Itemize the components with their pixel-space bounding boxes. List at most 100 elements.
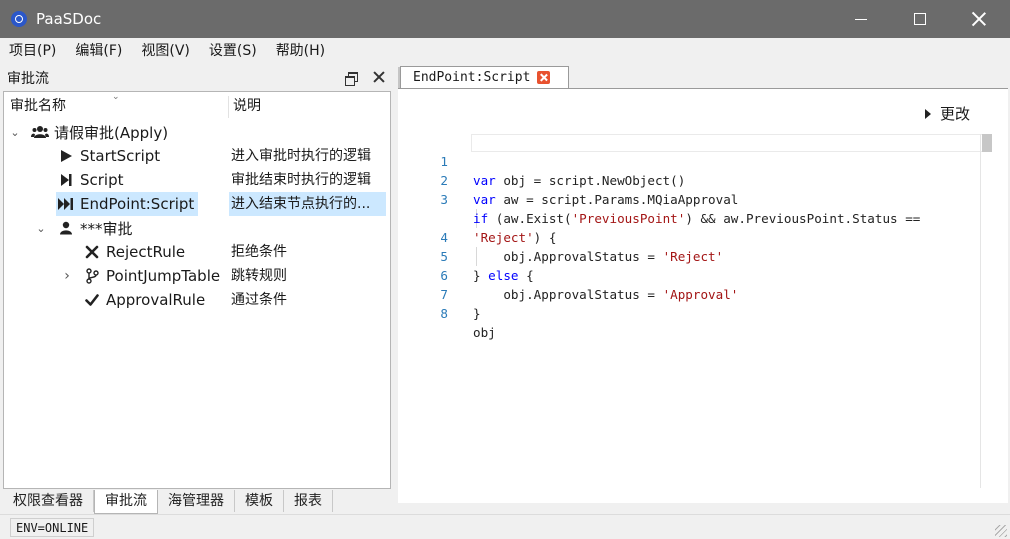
tree-node[interactable]: PointJumpTable [82, 264, 224, 288]
menu-edit[interactable]: 编辑(F) [66, 38, 132, 64]
panel-title: 审批流 [7, 71, 49, 87]
code-editor[interactable]: 更改 1 var obj = script.NewObject() 2 var … [398, 88, 1008, 503]
environment-status: ENV=ONLINE [10, 518, 95, 537]
code-text: } [473, 306, 481, 321]
code-text: var aw = script.Params.MQiaApproval [473, 192, 739, 207]
node-label: Script [80, 171, 124, 189]
chevron-right-icon[interactable]: › [60, 264, 74, 288]
bottom-tab-bar: 权限查看器 审批流 海管理器 模板 报表 [3, 490, 391, 514]
maximize-button[interactable] [897, 0, 943, 38]
user-icon [56, 216, 76, 240]
play-icon [56, 144, 76, 168]
node-label: StartScript [80, 147, 161, 165]
tree-node[interactable]: ApprovalRule [82, 288, 209, 312]
fast-forward-end-icon [56, 192, 76, 216]
window-title: PaaSDoc [36, 10, 102, 28]
close-panel-icon[interactable] [373, 71, 385, 83]
sort-chevron-icon: ⌄ [112, 92, 120, 102]
tree-node[interactable]: EndPoint:Script [56, 192, 199, 216]
code-line: 3 if (aw.Exist('PreviousPoint') && aw.Pr… [398, 171, 920, 226]
menu-help[interactable]: 帮助(H) [267, 38, 335, 64]
app-logo-icon [11, 11, 27, 27]
resize-grip-icon[interactable] [995, 525, 1007, 537]
tab-report[interactable]: 报表 [284, 490, 333, 512]
step-end-icon [56, 168, 76, 192]
chevron-down-icon[interactable]: ⌄ [34, 216, 48, 240]
chevron-down-icon[interactable]: ⌄ [8, 120, 22, 144]
tree-node[interactable]: Script [56, 168, 128, 192]
close-icon [972, 12, 986, 26]
node-label: ApprovalRule [106, 291, 206, 309]
tree-row[interactable]: Script 审批结束时执行的逻辑 [4, 168, 390, 192]
current-line-highlight [471, 134, 983, 152]
menu-bar: 项目(P) 编辑(F) 视图(V) 设置(S) 帮助(H) [0, 38, 1010, 64]
approval-tree: ⌄ 审批名称 说明 ⌄ 请假审批(Apply) StartScript 进入审批… [3, 91, 391, 489]
vertical-scrollbar-track[interactable] [980, 134, 981, 488]
code-line: 8 obj [398, 285, 495, 340]
scrollbar-thumb[interactable] [982, 134, 992, 152]
tree-node[interactable]: RejectRule [82, 240, 189, 264]
line-number: 8 [440, 306, 448, 321]
float-panel-icon[interactable] [345, 72, 358, 86]
code-line: 'Reject') { [398, 190, 556, 245]
node-label: PointJumpTable [106, 267, 221, 285]
code-line: 5 } else { [398, 228, 533, 283]
code-text: obj.ApprovalStatus = 'Approval' [473, 287, 739, 302]
close-tab-icon[interactable] [537, 71, 551, 84]
tab-permission-viewer[interactable]: 权限查看器 [3, 490, 94, 512]
maximize-icon [914, 13, 926, 25]
tree-row-selected[interactable]: EndPoint:Script 进入结束节点执行的... [4, 192, 390, 216]
column-header: ⌄ 审批名称 说明 [4, 92, 390, 120]
node-description: 进入审批时执行的逻辑 [231, 148, 371, 164]
column-divider[interactable] [228, 96, 229, 118]
document-tab-label: EndPoint:Script [413, 70, 531, 85]
node-description: 进入结束节点执行的... [229, 192, 386, 216]
minimize-icon [855, 18, 867, 20]
tree-row[interactable]: StartScript 进入审批时执行的逻辑 [4, 144, 390, 168]
change-button[interactable]: 更改 [925, 103, 970, 124]
users-icon [30, 120, 50, 144]
approval-flow-panel: 审批流 ⌄ 审批名称 说明 ⌄ 请假审批(Apply) StartScript … [0, 64, 394, 514]
tree-node[interactable]: 请假审批(Apply) [30, 120, 172, 144]
code-line: 4 obj.ApprovalStatus = 'Reject' [398, 209, 723, 264]
tab-template[interactable]: 模板 [235, 490, 284, 512]
panel-header: 审批流 [3, 66, 391, 90]
node-label: EndPoint:Script [80, 195, 195, 213]
menu-project[interactable]: 项目(P) [0, 38, 66, 64]
code-line: 1 var obj = script.NewObject() [398, 133, 685, 188]
tree-row[interactable]: ⌄ ***审批 [4, 216, 390, 240]
tree-row[interactable]: ⌄ 请假审批(Apply) [4, 120, 390, 144]
code-text: obj.ApprovalStatus = 'Reject' [473, 249, 724, 264]
menu-view[interactable]: 视图(V) [132, 38, 200, 64]
menu-settings[interactable]: 设置(S) [200, 38, 267, 64]
node-label: 请假审批(Apply) [54, 123, 169, 142]
tree-row[interactable]: RejectRule 拒绝条件 [4, 240, 390, 264]
tab-approval-flow[interactable]: 审批流 [94, 490, 158, 514]
node-description: 跳转规则 [231, 268, 287, 284]
change-label: 更改 [940, 105, 971, 123]
node-label: ***审批 [80, 219, 133, 238]
status-bar: ENV=ONLINE [0, 514, 1010, 539]
code-line: 2 var aw = script.Params.MQiaApproval [398, 152, 738, 207]
tree-node[interactable]: StartScript [56, 144, 164, 168]
code-text: } else { [473, 268, 534, 283]
column-header-name[interactable]: 审批名称 [10, 92, 66, 120]
tree-row[interactable]: ApprovalRule 通过条件 [4, 288, 390, 312]
node-label: RejectRule [106, 243, 186, 261]
node-description: 拒绝条件 [231, 244, 287, 260]
column-header-desc[interactable]: 说明 [233, 92, 261, 120]
node-description: 通过条件 [231, 292, 287, 308]
branch-icon [82, 264, 102, 288]
x-icon [82, 240, 102, 264]
tree-node[interactable]: ***审批 [56, 216, 137, 240]
minimize-button[interactable] [838, 0, 884, 38]
code-text: 'Reject') { [473, 230, 557, 245]
tree-row[interactable]: › PointJumpTable 跳转规则 [4, 264, 390, 288]
check-icon [82, 288, 102, 312]
document-tab[interactable]: EndPoint:Script [394, 66, 570, 89]
code-text: obj [473, 325, 496, 340]
editor-panel: EndPoint:Script 更改 1 var obj = script.Ne… [394, 64, 1010, 514]
close-button[interactable] [956, 0, 1002, 38]
code-text: if (aw.Exist('PreviousPoint') && aw.Prev… [473, 211, 921, 226]
tab-sea-manager[interactable]: 海管理器 [158, 490, 235, 512]
